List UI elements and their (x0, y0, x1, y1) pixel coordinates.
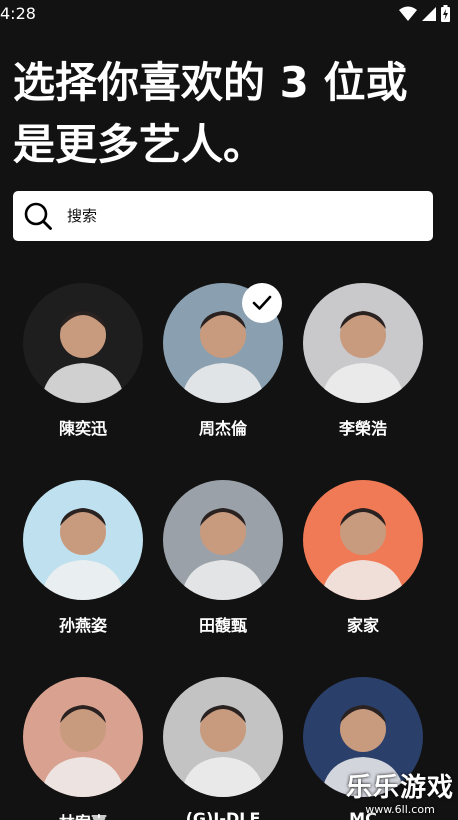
artist-tile[interactable]: 田馥甄 (163, 480, 283, 636)
artist-name: 田馥甄 (198, 616, 247, 635)
artist-tile[interactable]: 林宥嘉 (23, 677, 143, 820)
artist-avatar (303, 480, 423, 600)
artist-avatar (303, 283, 423, 403)
artist-name: 家家 (346, 616, 379, 635)
artist-tile[interactable]: 家家 (303, 480, 423, 636)
search-icon (24, 202, 52, 230)
watermark: 乐乐游戏 www.6ll.com (346, 773, 454, 816)
watermark-url: www.6ll.com (365, 803, 435, 816)
artist-tile[interactable]: 周杰倫 (163, 283, 283, 439)
status-bar: 4:28 (0, 0, 458, 30)
page-title: 选择你喜欢的 3 位或是更多艺人。 (13, 58, 408, 169)
artist-name: 陳奕迅 (58, 419, 107, 438)
artist-avatar (23, 283, 143, 403)
artist-tile[interactable]: 李榮浩 (303, 283, 423, 439)
search-bar[interactable] (13, 191, 433, 241)
artist-name: 李榮浩 (338, 419, 387, 438)
status-time: 4:28 (0, 4, 36, 23)
artist-avatar (163, 677, 283, 797)
artist-tile[interactable]: 孙燕姿 (23, 480, 143, 636)
watermark-text: 乐乐游戏 (345, 773, 454, 803)
battery-icon (441, 5, 450, 22)
artist-avatar (23, 480, 143, 600)
artist-avatar (163, 480, 283, 600)
signal-icon (422, 6, 436, 21)
artist-name: (G)I-DLE (185, 809, 261, 820)
artist-name: 周杰倫 (198, 419, 247, 438)
wifi-icon (399, 6, 417, 21)
artist-avatar (23, 677, 143, 797)
artist-name: 林宥嘉 (23, 809, 143, 820)
artist-grid: 陳奕迅周杰倫李榮浩孙燕姿田馥甄家家林宥嘉(G)I-DLEMC (0, 283, 458, 820)
check-icon (242, 283, 282, 323)
search-input[interactable] (67, 191, 417, 241)
artist-tile[interactable]: 陳奕迅 (23, 283, 143, 439)
artist-tile[interactable]: (G)I-DLE (163, 677, 283, 820)
status-icons (399, 5, 450, 22)
artist-name: 孙燕姿 (58, 616, 107, 635)
